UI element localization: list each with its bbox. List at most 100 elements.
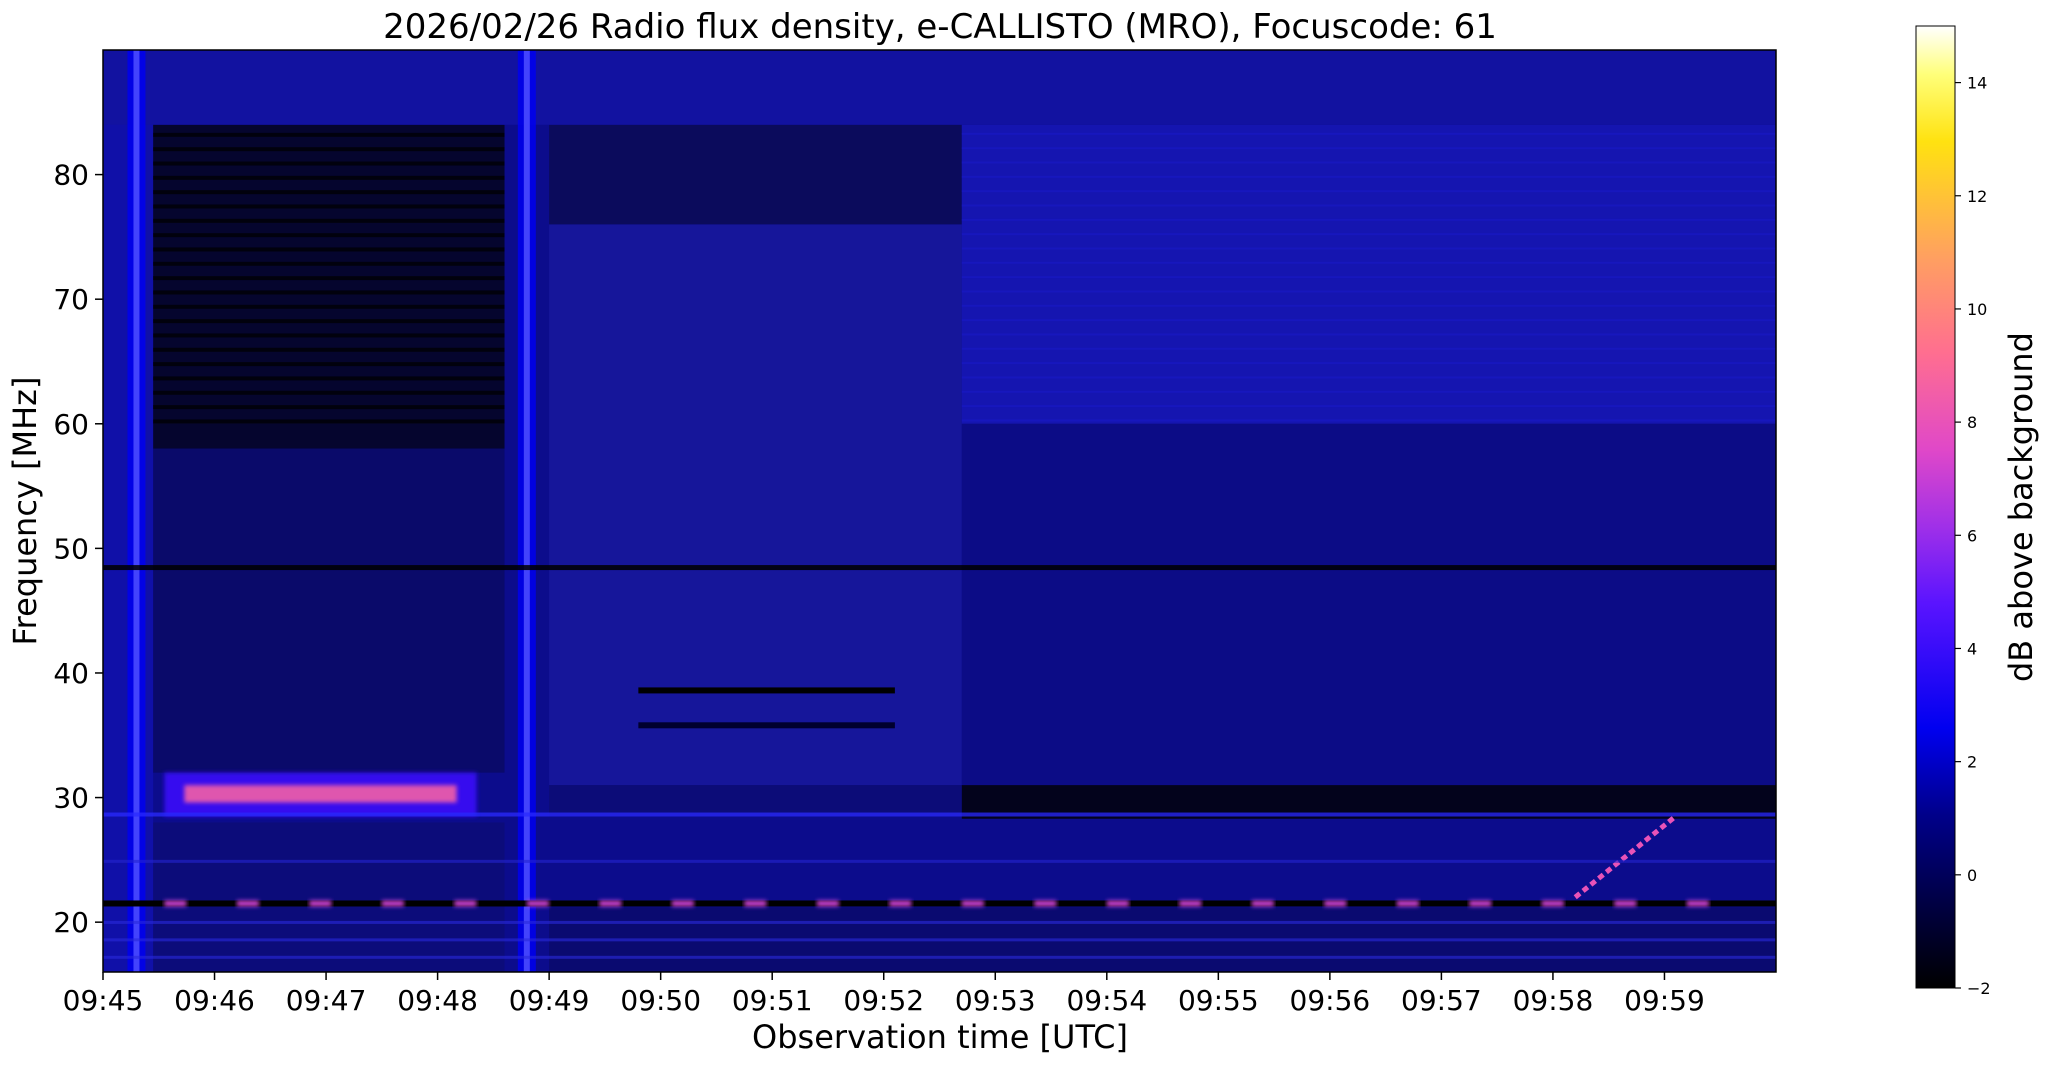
plot-area — [102, 49, 1777, 973]
striation-light — [961, 132, 1776, 135]
striation-light — [961, 204, 1776, 207]
x-tick-label: 09:50 — [620, 984, 701, 1017]
hline-bright-segment — [599, 900, 622, 907]
striation-dark — [153, 233, 505, 238]
colorbar-gradient — [1915, 25, 1956, 989]
striation-dark — [153, 247, 505, 252]
striation-light — [961, 218, 1776, 221]
x-tick-label: 09:48 — [397, 984, 478, 1017]
interference-stripe — [103, 938, 1776, 942]
striation-dark — [153, 190, 505, 195]
striation-light — [961, 347, 1776, 350]
striation-dark — [153, 362, 505, 367]
interference-stripe — [103, 955, 1776, 959]
striation-dark — [153, 419, 505, 424]
colorbar-axis: −2 0 2 4 6 8 10 12 14 — [1955, 74, 1991, 998]
hline-48mhz — [103, 565, 1776, 571]
striation-light — [961, 319, 1776, 322]
striation-dark — [153, 390, 505, 395]
colorbar: −2 0 2 4 6 8 10 12 14 dB above background — [1915, 25, 2040, 998]
hline-bright-segment — [309, 900, 332, 907]
x-tick-label: 09:53 — [955, 984, 1036, 1017]
striation-dark — [153, 132, 505, 137]
chart-title: 2026/02/26 Radio flux density, e-CALLIST… — [383, 7, 1497, 47]
y-tick-label: 40 — [53, 657, 89, 690]
striation-light — [961, 276, 1776, 279]
x-tick-label: 09:47 — [286, 984, 367, 1017]
x-tick-label: 09:55 — [1178, 984, 1259, 1017]
line-28mhz — [103, 812, 1776, 817]
x-axis: 09:45 09:46 09:47 09:48 09:49 09:50 09:51 09:52… — [63, 972, 1705, 1017]
colorbar-tick-label: 8 — [1967, 413, 1977, 432]
colorbar-tick-label: 10 — [1967, 300, 1987, 319]
x-tick-label: 09:57 — [1401, 984, 1482, 1017]
background-region — [961, 124, 1776, 424]
background-region — [153, 124, 505, 449]
y-tick-label: 30 — [53, 782, 89, 815]
colorbar-tick-label: 2 — [1967, 753, 1977, 772]
striation-dark — [153, 276, 505, 281]
x-tick-label: 09:59 — [1624, 984, 1705, 1017]
line-25mhz — [103, 859, 1776, 863]
background-region — [153, 448, 505, 773]
dark-line — [638, 722, 895, 729]
hline-bright-segment — [1179, 900, 1202, 907]
x-tick-label: 09:52 — [843, 984, 924, 1017]
hline-dark — [103, 900, 1776, 907]
x-tick-label: 09:54 — [1066, 984, 1147, 1017]
spectrogram-figure: 2026/02/26 Radio flux density, e-CALLIST… — [6, 7, 2040, 1056]
striation-dark — [153, 376, 505, 381]
y-tick-label: 60 — [53, 408, 89, 441]
striation-dark — [153, 161, 505, 166]
striation-dark — [153, 304, 505, 309]
background-region — [549, 124, 962, 225]
x-tick-label: 09:49 — [509, 984, 590, 1017]
striation-light — [961, 175, 1776, 178]
striation-dark — [153, 347, 505, 352]
striation-light — [961, 147, 1776, 150]
colorbar-tick-label: 4 — [1967, 639, 1977, 658]
hline-bright-segment — [1469, 900, 1492, 907]
hline-bright-segment — [1034, 900, 1057, 907]
hline-bright-segment — [1614, 900, 1637, 907]
y-axis: 20 30 40 50 60 70 80 — [53, 159, 103, 939]
hline-bright-segment — [1251, 900, 1274, 907]
striation-dark — [153, 204, 505, 209]
striation-light — [961, 376, 1776, 379]
striation-light — [961, 190, 1776, 193]
broadband-spike-core — [523, 50, 530, 972]
x-tick-label: 09:51 — [732, 984, 813, 1017]
striation-dark — [153, 290, 505, 295]
hline-bright-segment — [1324, 900, 1347, 907]
y-tick-label: 50 — [53, 532, 89, 565]
striation-dark — [153, 147, 505, 152]
background-region — [549, 785, 962, 817]
striation-light — [961, 247, 1776, 250]
hline-bright-segment — [164, 900, 187, 907]
hline-bright-segment — [454, 900, 477, 907]
y-tick-label: 20 — [53, 906, 89, 939]
striation-light — [961, 333, 1776, 336]
y-axis-label: Frequency [MHz] — [6, 377, 44, 646]
background-region — [961, 423, 1776, 786]
dark-line — [638, 687, 895, 694]
hline-bright-segment — [1541, 900, 1564, 907]
hline-bright-segment — [744, 900, 767, 907]
striation-dark — [153, 319, 505, 324]
emission-band-core — [184, 785, 457, 803]
striation-light — [961, 419, 1776, 422]
background-region — [549, 224, 962, 786]
hline-bright-segment — [816, 900, 839, 907]
hline-bright-segment — [236, 900, 259, 907]
hline-bright-segment — [1106, 900, 1129, 907]
x-axis-label: Observation time [UTC] — [752, 1018, 1128, 1056]
striation-light — [961, 261, 1776, 264]
background-region — [103, 50, 1776, 125]
striation-light — [961, 390, 1776, 393]
striation-light — [961, 233, 1776, 236]
colorbar-tick-label: 6 — [1967, 526, 1977, 545]
y-tick-label: 70 — [53, 283, 89, 316]
striation-dark — [153, 405, 505, 410]
hline-bright-segment — [961, 900, 984, 907]
x-tick-label: 09:46 — [174, 984, 255, 1017]
